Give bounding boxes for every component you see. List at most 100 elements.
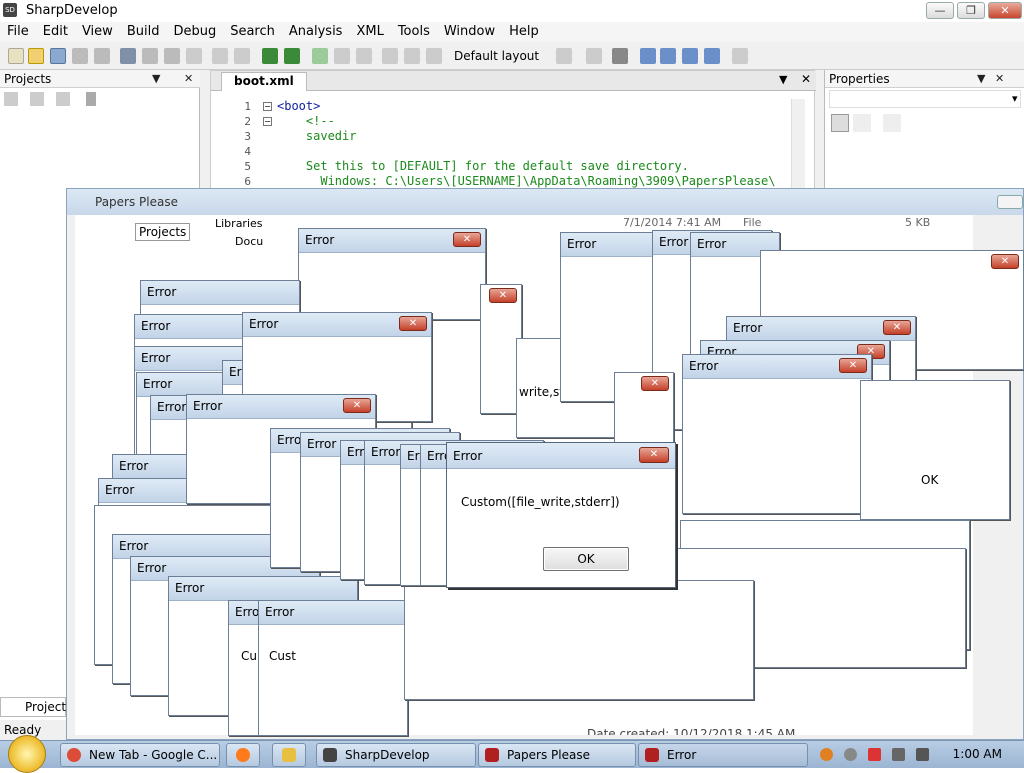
volume-icon[interactable] bbox=[916, 748, 929, 761]
menu-tools[interactable]: Tools bbox=[391, 22, 437, 42]
properties-close-icon[interactable]: ✕ bbox=[995, 70, 1004, 88]
run-without-debug-icon[interactable] bbox=[334, 48, 350, 64]
new-file-icon[interactable] bbox=[8, 48, 24, 64]
save-all-icon[interactable] bbox=[94, 48, 110, 64]
tray-app-icon[interactable] bbox=[844, 748, 857, 761]
comment-icon[interactable] bbox=[640, 48, 656, 64]
property-pages-icon[interactable] bbox=[883, 114, 901, 132]
redo-icon[interactable] bbox=[234, 48, 250, 64]
format-icon[interactable] bbox=[586, 48, 602, 64]
clock[interactable]: 1:00 AM bbox=[953, 747, 1002, 761]
close-button[interactable]: ✕ bbox=[988, 2, 1022, 19]
build-icon[interactable] bbox=[262, 48, 278, 64]
delete-icon[interactable] bbox=[186, 48, 202, 64]
tree-item-documents[interactable]: Docu bbox=[235, 235, 263, 248]
categorized-icon[interactable] bbox=[831, 114, 849, 132]
fold-toggle-icon[interactable]: − bbox=[263, 117, 272, 126]
run-icon[interactable] bbox=[312, 48, 328, 64]
find-icon[interactable] bbox=[660, 48, 676, 64]
replace-icon[interactable] bbox=[682, 48, 698, 64]
close-icon[interactable]: ✕ bbox=[343, 398, 371, 413]
project-tool-icon[interactable] bbox=[4, 92, 18, 106]
menu-xml[interactable]: XML bbox=[349, 22, 390, 42]
open-folder-icon[interactable] bbox=[28, 48, 44, 64]
menu-view[interactable]: View bbox=[75, 22, 120, 42]
save-icon[interactable] bbox=[50, 48, 66, 64]
error-message-fragment: OK bbox=[921, 473, 939, 487]
display-icon[interactable] bbox=[892, 748, 905, 761]
properties-object-dropdown[interactable]: ▾ bbox=[829, 90, 1021, 108]
properties-pin-icon[interactable]: ▼ bbox=[977, 70, 985, 88]
fold-toggle-icon[interactable]: − bbox=[263, 102, 272, 111]
taskbar-item-sharpdevelop[interactable]: SharpDevelop bbox=[316, 743, 476, 767]
menu-file[interactable]: File bbox=[0, 22, 36, 42]
minimize-button[interactable]: — bbox=[926, 2, 954, 19]
line-number: 5 bbox=[244, 160, 251, 173]
file-type: File bbox=[743, 216, 762, 229]
close-icon[interactable]: ✕ bbox=[991, 254, 1019, 269]
close-icon[interactable]: ✕ bbox=[489, 288, 517, 303]
step-out-icon[interactable] bbox=[426, 48, 442, 64]
step-into-icon[interactable] bbox=[404, 48, 420, 64]
properties-pane: Properties ▼ ✕ ▾ bbox=[824, 70, 1024, 190]
stop-icon[interactable] bbox=[356, 48, 372, 64]
close-icon[interactable]: ✕ bbox=[639, 447, 669, 463]
menu-analysis[interactable]: Analysis bbox=[282, 22, 350, 42]
close-icon[interactable]: ✕ bbox=[453, 232, 481, 247]
editor-scrollbar[interactable] bbox=[791, 99, 805, 191]
taskbar-item-error[interactable]: Error bbox=[638, 743, 808, 767]
projects-close-icon[interactable]: ✕ bbox=[184, 70, 193, 88]
bottom-projects-tab[interactable]: Projects bbox=[0, 697, 72, 717]
code-editor[interactable]: boot.xml ▼ ✕ 1 2 3 4 5 6 − − <boot> <!--… bbox=[210, 70, 816, 191]
projects-pane-header: Projects ▼ ✕ bbox=[0, 70, 200, 88]
menu-edit[interactable]: Edit bbox=[36, 22, 75, 42]
maximize-button[interactable]: ❐ bbox=[957, 2, 985, 19]
close-icon[interactable]: ✕ bbox=[839, 358, 867, 373]
error-dialog: Error✕ bbox=[298, 228, 486, 320]
save-disabled-icon[interactable] bbox=[72, 48, 88, 64]
close-icon[interactable]: ✕ bbox=[399, 316, 427, 331]
rebuild-icon[interactable] bbox=[284, 48, 300, 64]
menu-search[interactable]: Search bbox=[223, 22, 282, 42]
line-number: 2 bbox=[244, 115, 251, 128]
tree-item-libraries[interactable]: Libraries bbox=[215, 217, 263, 230]
step-over-icon[interactable] bbox=[382, 48, 398, 64]
chrome-icon bbox=[67, 748, 81, 762]
search-icon[interactable] bbox=[820, 748, 833, 761]
ok-button[interactable]: OK bbox=[543, 547, 629, 571]
taskbar-item-chrome[interactable]: New Tab - Google C... bbox=[60, 743, 220, 767]
papers-minimize-button[interactable] bbox=[997, 195, 1023, 209]
sort-alpha-icon[interactable] bbox=[853, 114, 871, 132]
menu-build[interactable]: Build bbox=[120, 22, 167, 42]
menu-window[interactable]: Window bbox=[437, 22, 502, 42]
zoom-icon[interactable] bbox=[732, 48, 748, 64]
paste-icon[interactable] bbox=[164, 48, 180, 64]
editor-close-icon[interactable]: ✕ bbox=[801, 72, 811, 86]
close-icon[interactable]: ✕ bbox=[641, 376, 669, 391]
line-number: 3 bbox=[244, 130, 251, 143]
taskbar-item-explorer[interactable] bbox=[272, 743, 306, 767]
title-bar: SD SharpDevelop — ❐ ✕ bbox=[0, 0, 1024, 22]
taskbar-item-firefox[interactable] bbox=[226, 743, 260, 767]
indent-icon[interactable] bbox=[612, 48, 628, 64]
taskbar-item-papers-please[interactable]: Papers Please bbox=[478, 743, 636, 767]
tab-boot-xml[interactable]: boot.xml bbox=[221, 72, 307, 91]
close-icon[interactable]: ✕ bbox=[883, 320, 911, 335]
copy-icon[interactable] bbox=[142, 48, 158, 64]
project-tool-icon[interactable] bbox=[56, 92, 70, 106]
cut-icon[interactable] bbox=[120, 48, 136, 64]
start-button-icon[interactable] bbox=[8, 735, 46, 773]
file-date: 7/1/2014 7:41 AM bbox=[623, 216, 722, 229]
projects-pin-icon[interactable]: ▼ bbox=[152, 70, 160, 88]
editor-pin-icon[interactable]: ▼ bbox=[779, 73, 787, 86]
menu-debug[interactable]: Debug bbox=[166, 22, 223, 42]
undo-icon[interactable] bbox=[212, 48, 228, 64]
layout-dropdown[interactable]: Default layout ▾ bbox=[450, 46, 544, 83]
project-tool-icon[interactable] bbox=[86, 92, 96, 106]
bookmark-icon[interactable] bbox=[556, 48, 572, 64]
navigate-icon[interactable] bbox=[704, 48, 720, 64]
menu-help[interactable]: Help bbox=[502, 22, 546, 42]
project-tool-icon[interactable] bbox=[30, 92, 44, 106]
network-icon[interactable] bbox=[868, 748, 881, 761]
folder-icon bbox=[282, 748, 296, 762]
